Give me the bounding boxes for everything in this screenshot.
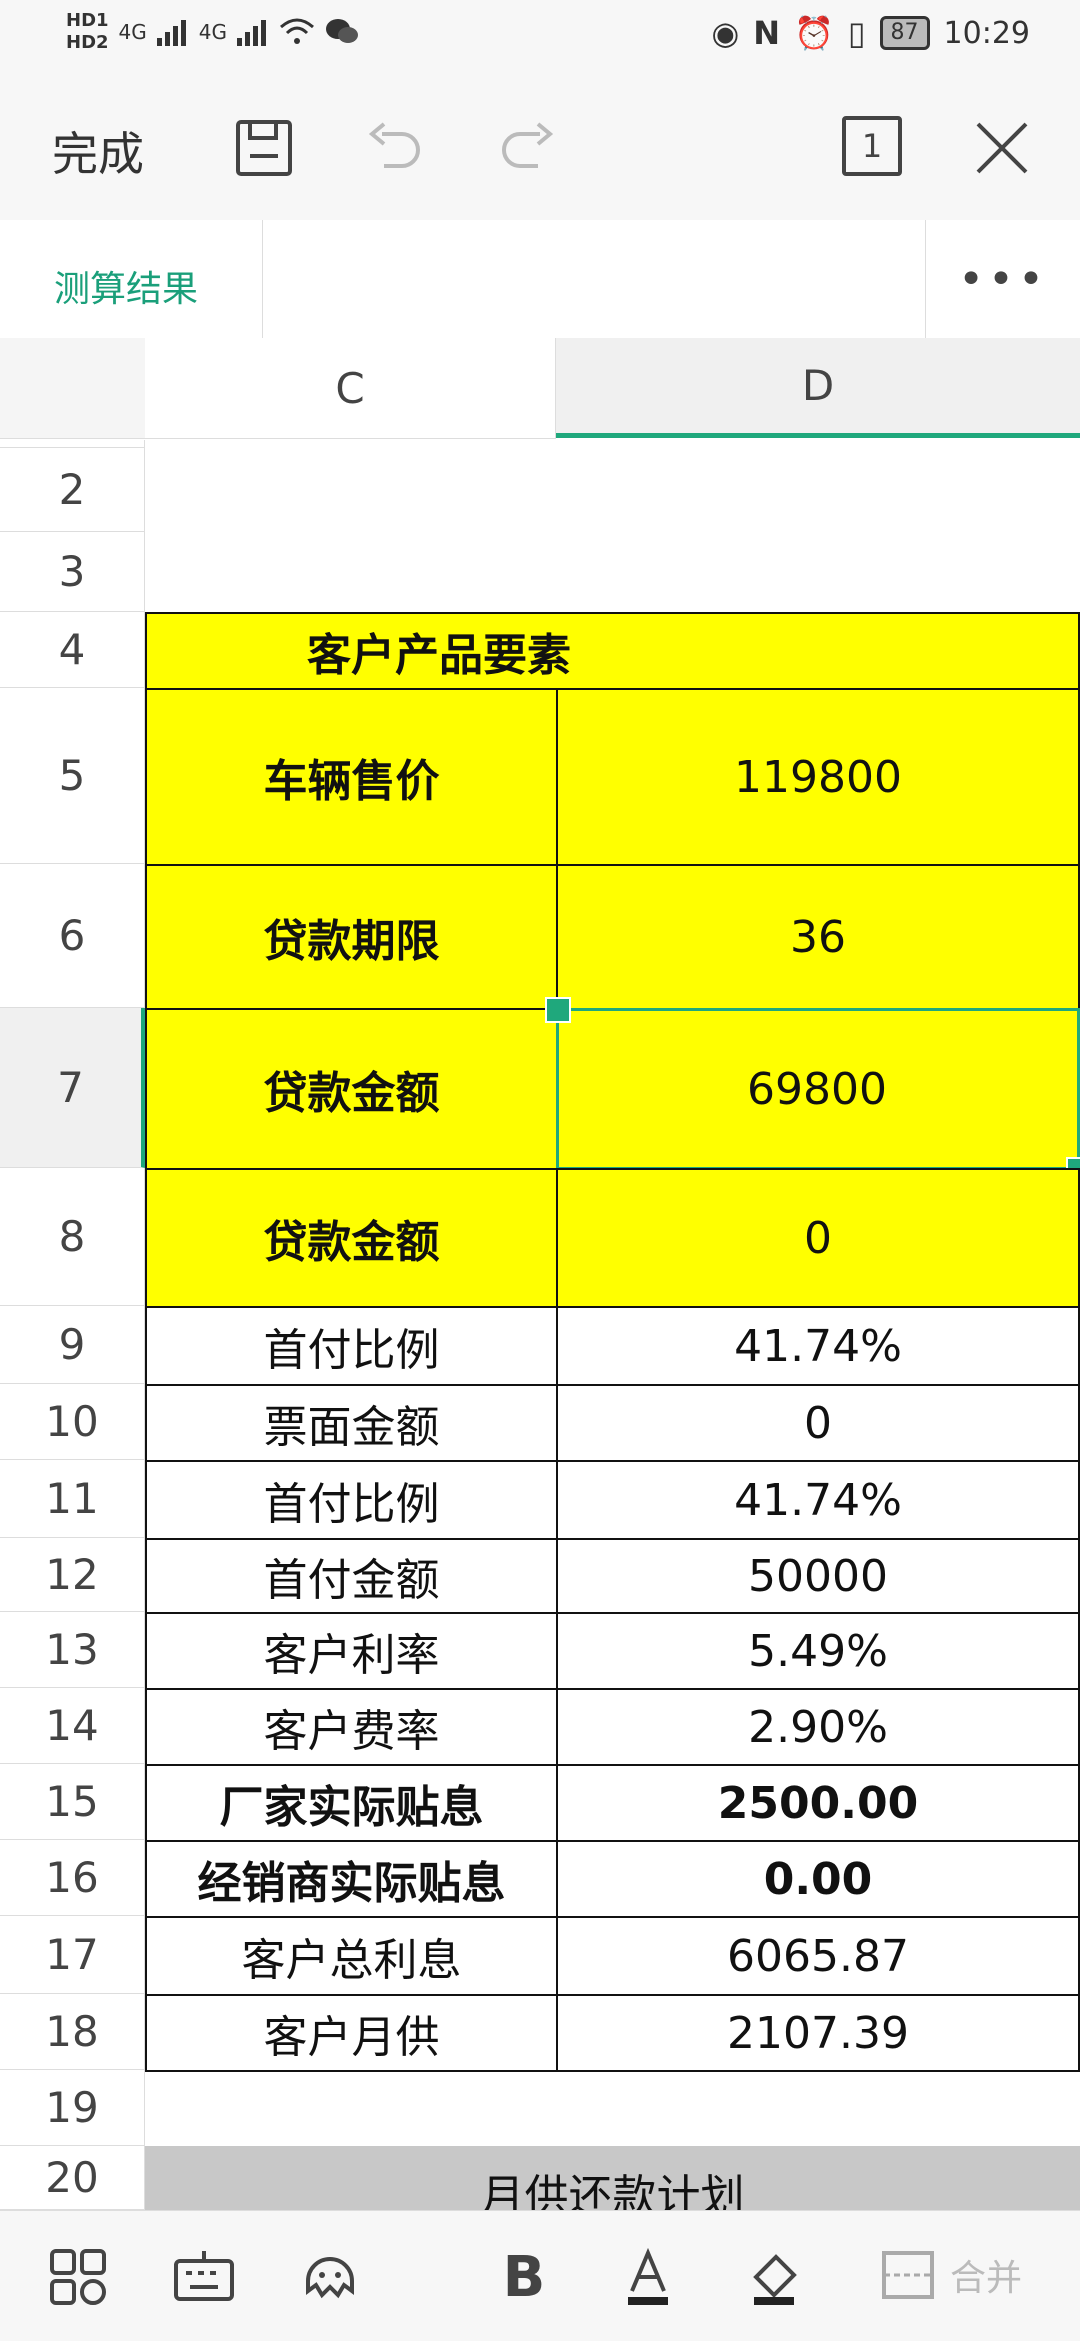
- eye-icon: ◉: [711, 14, 740, 52]
- cell-d16[interactable]: 0.00: [556, 1840, 1080, 1918]
- cell-d6[interactable]: 36: [556, 864, 1080, 1010]
- row-header-19[interactable]: 19: [0, 2070, 145, 2146]
- cell-c17[interactable]: 客户总利息: [145, 1916, 558, 1996]
- format-toolbar: B 合并: [0, 2210, 1080, 2341]
- done-button[interactable]: 完成: [52, 118, 144, 184]
- redo-icon[interactable]: [496, 116, 560, 180]
- row-header-11[interactable]: 11: [0, 1460, 145, 1538]
- cell-d7-selected[interactable]: 69800: [556, 1008, 1080, 1170]
- cell-d5[interactable]: 119800: [556, 688, 1080, 866]
- row-header-6[interactable]: 6: [0, 864, 145, 1008]
- merge-cells-icon: [882, 2251, 934, 2299]
- fill-color-icon[interactable]: [742, 2245, 806, 2309]
- row-header-12[interactable]: 12: [0, 1538, 145, 1612]
- cell-d18[interactable]: 2107.39: [556, 1994, 1080, 2072]
- page-count-button[interactable]: 1: [842, 116, 902, 176]
- vibrate-icon: ▯: [847, 14, 866, 52]
- row-header-17[interactable]: 17: [0, 1916, 145, 1994]
- cell-c12[interactable]: 首付金额: [145, 1538, 558, 1614]
- apps-icon[interactable]: [46, 2245, 110, 2309]
- cell-d10[interactable]: 0: [556, 1384, 1080, 1462]
- cell-c15[interactable]: 厂家实际贴息: [145, 1764, 558, 1842]
- row-header-9[interactable]: 9: [0, 1306, 145, 1384]
- row-header-partial: [0, 440, 145, 448]
- signal-4g-1: 4G: [118, 20, 147, 44]
- cell-c9[interactable]: 首付比例: [145, 1306, 558, 1386]
- status-right: ◉ N ⏰ ▯ 87 10:29: [711, 14, 1030, 52]
- row-header-20[interactable]: 20: [0, 2146, 145, 2210]
- cell-c10[interactable]: 票面金额: [145, 1384, 558, 1462]
- cell-d8[interactable]: 0: [556, 1168, 1080, 1308]
- status-bar: HD1 HD2 4G 4G ◉ N ⏰ ▯ 87 10:29: [0, 0, 1080, 76]
- sheet-tab-label: 测算结果: [54, 269, 199, 310]
- undo-icon[interactable]: [362, 116, 426, 180]
- cell-c6[interactable]: 贷款期限: [145, 864, 558, 1010]
- row-header-8[interactable]: 8: [0, 1168, 145, 1306]
- signal-bars-icon-2: [237, 20, 266, 46]
- cell-c18[interactable]: 客户月供: [145, 1994, 558, 2072]
- cell-c11[interactable]: 首付比例: [145, 1460, 558, 1540]
- cell-c16[interactable]: 经销商实际贴息: [145, 1840, 558, 1918]
- row-header-14[interactable]: 14: [0, 1688, 145, 1764]
- clock: 10:29: [943, 15, 1030, 51]
- cell-c5[interactable]: 车辆售价: [145, 688, 558, 866]
- save-icon[interactable]: [232, 116, 296, 180]
- column-header-d[interactable]: D: [556, 338, 1080, 438]
- sheet-tab-bar: 测算结果 •••: [0, 220, 1080, 339]
- bold-button[interactable]: B: [492, 2245, 556, 2310]
- row-header-4[interactable]: 4: [0, 612, 145, 688]
- cell-product-header[interactable]: 客户产品要素: [145, 612, 1080, 690]
- cell-d13[interactable]: 5.49%: [556, 1612, 1080, 1690]
- editor-toolbar: 完成 1: [0, 76, 1080, 221]
- cell-d12[interactable]: 50000: [556, 1538, 1080, 1614]
- cell-d14[interactable]: 2.90%: [556, 1688, 1080, 1766]
- row-header-2[interactable]: 2: [0, 448, 145, 532]
- merge-cells-label: 合并: [950, 2258, 1023, 2299]
- hd1-indicator: HD1: [66, 10, 109, 31]
- alarm-icon: ⏰: [794, 14, 834, 52]
- cell-repayment-plan-header[interactable]: 月供还款计划: [145, 2146, 1080, 2210]
- selection-handle-top-left[interactable]: [545, 997, 571, 1023]
- cell-d9[interactable]: 41.74%: [556, 1306, 1080, 1386]
- cell-d15[interactable]: 2500.00: [556, 1764, 1080, 1842]
- signal-4g-2: 4G: [198, 20, 227, 44]
- battery-indicator: 87: [879, 16, 930, 50]
- cell-c7[interactable]: 贷款金额: [145, 1008, 558, 1170]
- row-header-10[interactable]: 10: [0, 1384, 145, 1460]
- row-header-13[interactable]: 13: [0, 1612, 145, 1688]
- more-options-button[interactable]: •••: [925, 220, 1080, 338]
- row-header-15[interactable]: 15: [0, 1764, 145, 1840]
- close-icon[interactable]: [970, 116, 1034, 180]
- wechat-icon: [326, 19, 358, 43]
- cell-c8[interactable]: 贷款金额: [145, 1168, 558, 1308]
- row-header-3[interactable]: 3: [0, 532, 145, 612]
- hd2-indicator: HD2: [66, 32, 109, 53]
- font-color-icon[interactable]: [616, 2245, 680, 2309]
- column-header-c[interactable]: C: [145, 338, 556, 439]
- cell-d11[interactable]: 41.74%: [556, 1460, 1080, 1540]
- row-header-16[interactable]: 16: [0, 1840, 145, 1916]
- row-header-18[interactable]: 18: [0, 1994, 145, 2070]
- signal-bars-icon: [156, 20, 186, 46]
- repayment-plan-label: 月供还款计划: [480, 2171, 745, 2210]
- cell-c14[interactable]: 客户费率: [145, 1688, 558, 1766]
- keyboard-icon[interactable]: [172, 2245, 236, 2309]
- merge-cells-button[interactable]: 合并: [880, 2247, 1022, 2303]
- status-left: HD1 HD2 4G 4G: [66, 10, 359, 54]
- sheet-tab[interactable]: 测算结果: [0, 220, 263, 338]
- row-header-7[interactable]: 7: [0, 1008, 145, 1168]
- assistant-icon[interactable]: [298, 2245, 362, 2309]
- nfc-icon: N: [753, 14, 781, 52]
- wifi-icon: [280, 18, 314, 44]
- grid-corner[interactable]: [0, 338, 146, 439]
- row-header-5[interactable]: 5: [0, 688, 145, 864]
- cell-d17[interactable]: 6065.87: [556, 1916, 1080, 1996]
- cell-c13[interactable]: 客户利率: [145, 1612, 558, 1690]
